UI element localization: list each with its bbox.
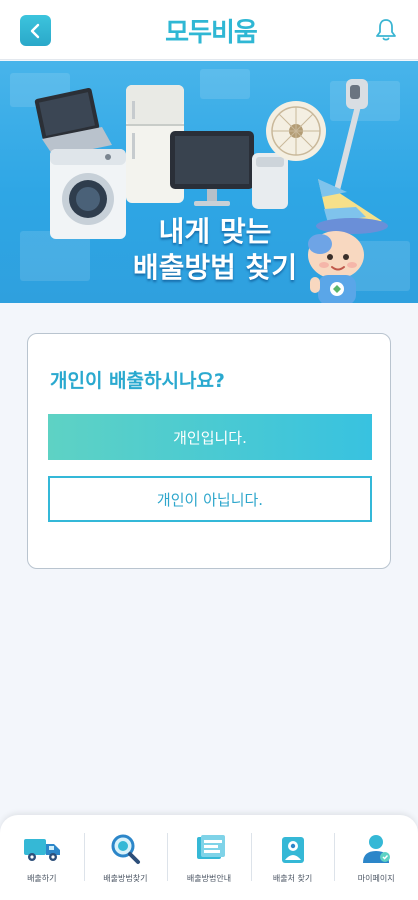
nav-label: 배출방법찾기 <box>103 874 148 883</box>
app-logo[interactable]: 모두비움 <box>146 10 276 50</box>
nav-item-dispose[interactable]: 배출하기 <box>0 815 84 900</box>
guide-icon <box>196 835 225 859</box>
nav-label: 배출처 찾기 <box>272 874 313 883</box>
truck-icon <box>23 839 60 861</box>
bottom-navigation: 배출하기 배출방법찾기 배출방법안내 배출처 찾기 마이페이지 <box>0 815 418 900</box>
chevron-left-icon <box>30 23 39 38</box>
location-icon <box>281 837 304 863</box>
question-card: 개인이 배출하시나요? 개인입니다. 개인이 아닙니다. <box>27 333 391 569</box>
search-icon <box>111 834 141 864</box>
logo-text: 모두비움 <box>165 17 258 48</box>
laptop-illustration <box>34 87 112 157</box>
banner-title-line2: 배출방법 찾기 <box>132 251 298 284</box>
back-button[interactable] <box>20 15 51 46</box>
banner-title: 내게 맞는 배출방법 찾기 <box>115 214 315 286</box>
app-header: 모두비움 <box>0 0 418 60</box>
fan-illustration <box>266 101 326 161</box>
nav-label: 마이페이지 <box>357 874 395 883</box>
nav-label: 배출방법안내 <box>186 874 232 883</box>
banner-title-line1: 내게 맞는 <box>158 215 272 248</box>
nav-label: 배출하기 <box>27 874 57 883</box>
air-purifier-illustration <box>252 153 288 209</box>
nav-item-find-method[interactable]: 배출방법찾기 <box>83 815 168 900</box>
notifications-button[interactable] <box>375 18 397 42</box>
individual-yes-button[interactable]: 개인입니다. <box>48 414 372 460</box>
question-title: 개인이 배출하시나요? <box>50 370 225 392</box>
bell-icon <box>376 19 396 41</box>
individual-no-button[interactable]: 개인이 아닙니다. <box>48 476 372 522</box>
user-icon <box>363 835 391 863</box>
nav-item-mypage[interactable]: 마이페이지 <box>334 815 418 900</box>
hero-banner[interactable]: 내게 맞는 배출방법 찾기 <box>0 61 418 303</box>
nav-item-find-location[interactable]: 배출처 찾기 <box>250 815 335 900</box>
nav-item-method-guide[interactable]: 배출방법안내 <box>167 815 251 900</box>
